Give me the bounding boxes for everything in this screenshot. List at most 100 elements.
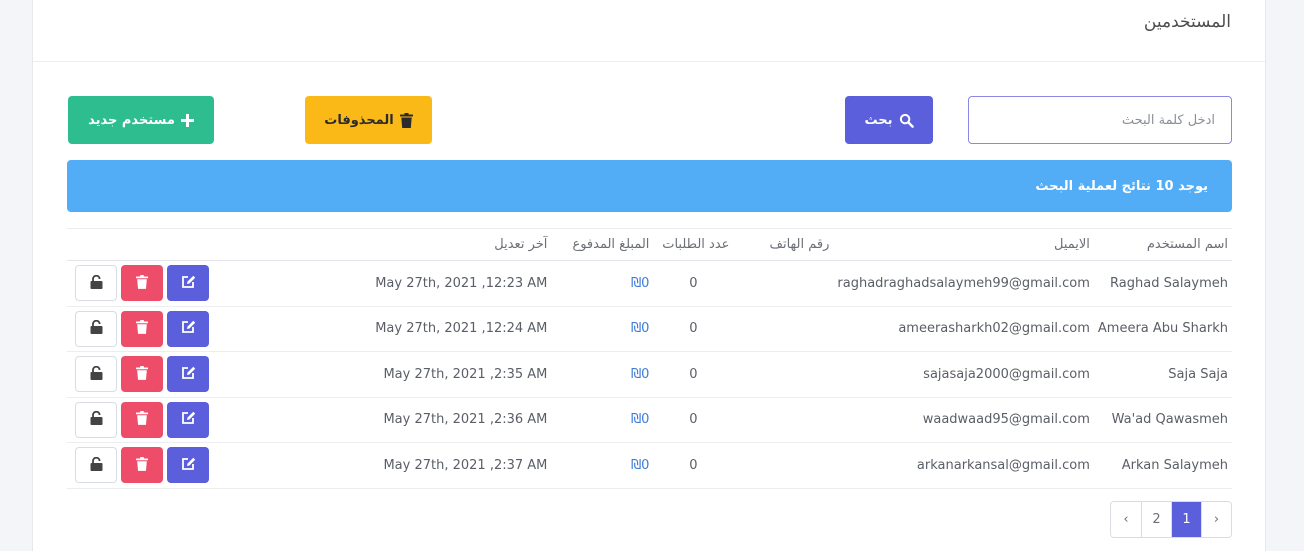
plus-icon xyxy=(180,113,194,127)
column-header-name: اسم المستخدم xyxy=(1146,237,1228,252)
card-header: المستخدمين xyxy=(33,0,1265,62)
trash-icon xyxy=(399,112,413,128)
pagination-page-1[interactable]: 1 xyxy=(1171,502,1201,537)
row-actions xyxy=(71,401,367,438)
user-phone-cell xyxy=(733,352,833,398)
user-name-cell: Raghad Salaymeh xyxy=(1110,275,1228,291)
edit-icon xyxy=(181,320,196,337)
edit-button[interactable] xyxy=(167,356,209,393)
row-actions-cell xyxy=(67,306,371,352)
unlock-button[interactable] xyxy=(75,356,117,393)
search-input[interactable] xyxy=(968,96,1232,144)
user-phone-cell xyxy=(733,397,833,443)
unlock-icon xyxy=(90,365,103,383)
column-header-phone: رقم الهاتف xyxy=(769,237,830,252)
edit-icon xyxy=(181,366,196,383)
user-email-cell: raghadraghadsalaymeh99@gmail.com xyxy=(837,275,1090,291)
unlock-button[interactable] xyxy=(75,401,117,438)
user-amount-cell: ₪0 xyxy=(630,457,650,473)
table-header-row: اسم المستخدم الايميل رقم الهاتف عدد الطل… xyxy=(67,228,1232,261)
column-header-actions xyxy=(67,229,371,261)
delete-button[interactable] xyxy=(121,265,163,302)
column-header-amount: المبلغ المدفوع xyxy=(572,237,650,252)
column-header-updated: آخر تعديل xyxy=(494,237,548,252)
user-amount-cell: ₪0 xyxy=(630,412,650,428)
unlock-icon xyxy=(90,456,103,474)
user-orders-cell: 0 xyxy=(689,275,698,291)
table-row: Saja Saja sajasaja2000@gmail.com 0 ₪0 Ma… xyxy=(67,352,1232,398)
trash-icon xyxy=(136,274,148,292)
user-phone-cell xyxy=(733,261,833,307)
unlock-icon xyxy=(90,274,103,292)
add-user-button[interactable]: مستخدم جديد xyxy=(68,96,214,144)
row-actions xyxy=(71,310,367,347)
edit-button[interactable] xyxy=(167,265,209,302)
user-updated-cell: May 27th, 2021 ,12:24 AM xyxy=(375,321,548,337)
user-updated-cell: May 27th, 2021 ,2:35 AM xyxy=(383,366,548,382)
edit-icon xyxy=(181,275,196,292)
users-table: اسم المستخدم الايميل رقم الهاتف عدد الطل… xyxy=(67,228,1232,489)
users-card: المستخدمين بحث المحذوفات مستخدم جديد يوج… xyxy=(32,0,1266,551)
user-phone-cell xyxy=(733,443,833,489)
table-row: Arkan Salaymeh arkanarkansal@gmail.com 0… xyxy=(67,443,1232,489)
user-name-cell: Ameera Abu Sharkh xyxy=(1097,321,1228,337)
user-name-cell: Arkan Salaymeh xyxy=(1121,457,1228,473)
table-row: Wa'ad Qawasmeh waadwaad95@gmail.com 0 ₪0… xyxy=(67,397,1232,443)
delete-button[interactable] xyxy=(121,447,163,484)
pagination: ‹ 2 1 › xyxy=(1110,501,1232,538)
pagination-prev[interactable]: ‹ xyxy=(1111,502,1141,537)
user-updated-cell: May 27th, 2021 ,2:36 AM xyxy=(383,412,548,428)
user-phone-cell xyxy=(733,306,833,352)
trash-icon xyxy=(136,365,148,383)
column-header-orders: عدد الطلبات xyxy=(662,237,730,252)
unlock-button[interactable] xyxy=(75,265,117,302)
row-actions-cell xyxy=(67,261,371,307)
user-amount-cell: ₪0 xyxy=(630,275,650,291)
search-results-text: يوجد 10 نتائج لعملية البحث xyxy=(1035,178,1208,194)
unlock-icon xyxy=(90,320,103,337)
edit-button[interactable] xyxy=(167,447,209,484)
row-actions xyxy=(71,447,367,484)
edit-button[interactable] xyxy=(167,310,209,347)
row-actions xyxy=(71,356,367,393)
edit-icon xyxy=(181,457,196,474)
table-row: Ameera Abu Sharkh ameerasharkh02@gmail.c… xyxy=(67,306,1232,352)
add-user-label: مستخدم جديد xyxy=(88,112,175,128)
user-orders-cell: 0 xyxy=(689,412,698,428)
user-updated-cell: May 27th, 2021 ,12:23 AM xyxy=(375,275,548,291)
unlock-button[interactable] xyxy=(75,310,117,347)
deleted-items-button[interactable]: المحذوفات xyxy=(305,96,432,144)
search-button[interactable]: بحث xyxy=(845,96,933,144)
user-orders-cell: 0 xyxy=(689,457,698,473)
search-icon xyxy=(899,113,914,128)
delete-button[interactable] xyxy=(121,401,163,438)
trash-icon xyxy=(136,411,148,428)
row-actions xyxy=(71,265,367,302)
row-actions-cell xyxy=(67,443,371,489)
unlock-icon xyxy=(90,411,103,428)
column-header-email: الايميل xyxy=(1053,237,1090,252)
deleted-items-label: المحذوفات xyxy=(324,112,394,128)
trash-icon xyxy=(136,320,148,337)
user-email-cell: ameerasharkh02@gmail.com xyxy=(898,321,1090,337)
delete-button[interactable] xyxy=(121,310,163,347)
search-button-label: بحث xyxy=(864,112,893,128)
users-table-body: Raghad Salaymeh raghadraghadsalaymeh99@g… xyxy=(67,261,1232,489)
user-orders-cell: 0 xyxy=(689,366,698,382)
user-name-cell: Wa'ad Qawasmeh xyxy=(1111,412,1228,428)
user-email-cell: arkanarkansal@gmail.com xyxy=(916,457,1090,473)
pagination-page-2[interactable]: 2 xyxy=(1141,502,1171,537)
unlock-button[interactable] xyxy=(75,447,117,484)
row-actions-cell xyxy=(67,352,371,398)
user-email-cell: waadwaad95@gmail.com xyxy=(922,412,1090,428)
user-name-cell: Saja Saja xyxy=(1168,366,1228,382)
trash-icon xyxy=(136,456,148,474)
pagination-next[interactable]: › xyxy=(1201,502,1231,537)
delete-button[interactable] xyxy=(121,356,163,393)
user-amount-cell: ₪0 xyxy=(630,321,650,337)
user-email-cell: sajasaja2000@gmail.com xyxy=(923,366,1090,382)
user-updated-cell: May 27th, 2021 ,2:37 AM xyxy=(383,457,548,473)
edit-icon xyxy=(181,411,196,428)
user-orders-cell: 0 xyxy=(689,321,698,337)
edit-button[interactable] xyxy=(167,401,209,438)
